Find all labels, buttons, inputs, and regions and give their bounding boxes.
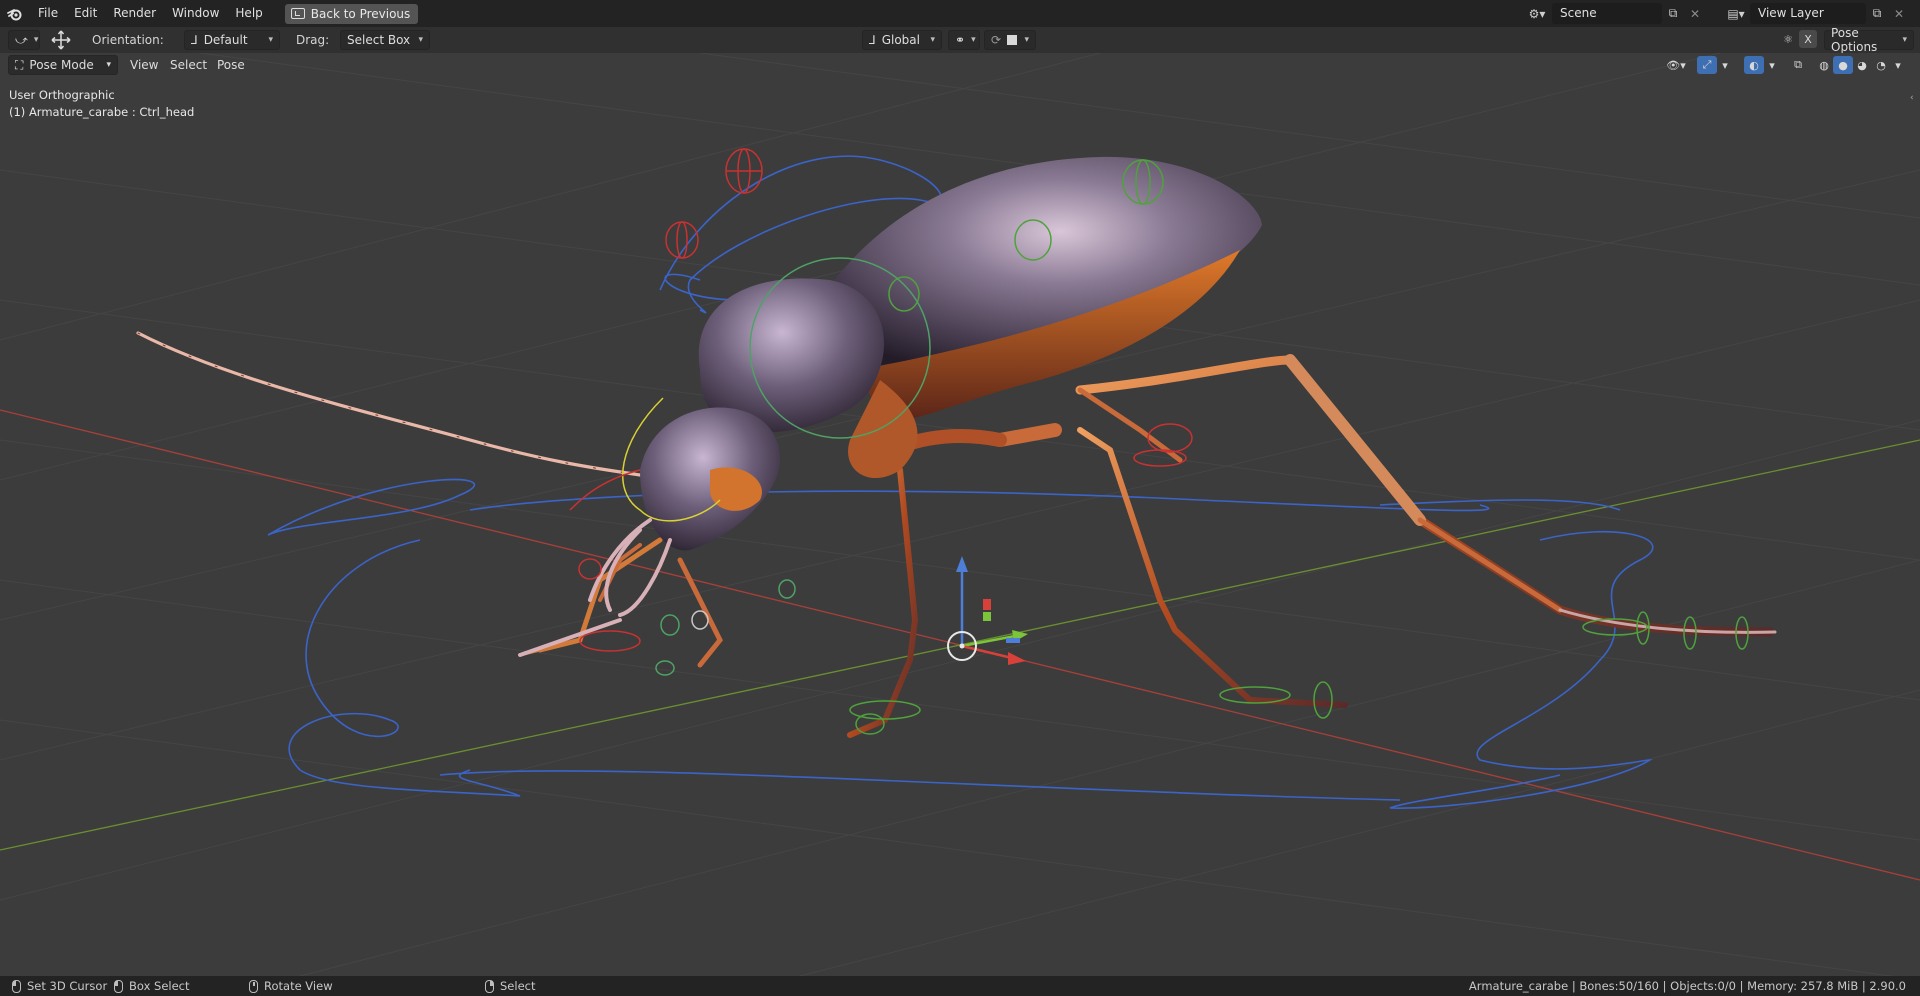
tool-icon-dropdown[interactable]: ⤻ ▾ (8, 30, 40, 50)
mode-dropdown[interactable]: ⛶ Pose Mode ▾ (8, 55, 118, 75)
view-name-text: User Orthographic (9, 88, 115, 102)
transform-orientation-dropdown[interactable]: ⅃ Global ▾ (862, 30, 942, 50)
active-object-text: (1) Armature_carabe : Ctrl_head (9, 105, 195, 119)
scene-selector: ⚙▾ Scene ⧉ ✕ (1522, 3, 1706, 24)
drag-dropdown[interactable]: Select Box ▾ (340, 30, 430, 50)
mode-value: Pose Mode (29, 58, 94, 72)
mouse-middle-icon (249, 979, 258, 993)
viewport-menu-select[interactable]: Select (164, 55, 213, 75)
snap-dropdown[interactable]: ⟳ ▾ (984, 30, 1036, 50)
visibility-icon[interactable]: 👁▾ (1662, 56, 1690, 74)
delete-view-layer-icon[interactable]: ✕ (1888, 3, 1910, 24)
transform-orientation-icon: ⅃ (869, 33, 876, 47)
scene-name-field[interactable]: Scene (1552, 3, 1662, 24)
overlay-dropdown-icon[interactable]: ▾ (1765, 56, 1779, 74)
status-middle: Rotate View (249, 979, 333, 993)
transform-orientation-value: Global (881, 33, 920, 47)
viewport-menu-view[interactable]: View (124, 55, 164, 75)
status-info-text: Armature_carabe | Bones:50/160 | Objects… (1468, 979, 1906, 993)
status-middle-label: Rotate View (264, 979, 333, 993)
orientation-label: Orientation: (92, 33, 164, 47)
new-scene-icon[interactable]: ⧉ (1662, 3, 1684, 24)
view-layer-selector: ▤▾ View Layer ⧉ ✕ (1722, 3, 1910, 24)
drag-value: Select Box (347, 33, 411, 47)
viewport-menu-pose[interactable]: Pose (211, 55, 251, 75)
mouse-left-icon (12, 979, 21, 993)
gizmo-dropdown-icon[interactable]: ▾ (1718, 56, 1732, 74)
status-drag-label: Box Select (129, 979, 190, 993)
pose-mode-icon: ⛶ (15, 57, 24, 72)
status-right: Select (485, 979, 535, 993)
pose-options-label: Pose Options (1831, 26, 1878, 54)
xray-icon[interactable]: ⧉ (1788, 56, 1808, 74)
tool-settings-header: ⤻ ▾ Orientation: ⅃ Default ▾ Drag: Select … (0, 26, 1920, 54)
drag-label: Drag: (296, 33, 330, 47)
pivot-dropdown[interactable]: ⚭ ▾ (948, 30, 980, 50)
snap-target-icon (1007, 35, 1018, 45)
back-icon (290, 8, 305, 19)
3d-viewport[interactable]: ⛶ Pose Mode ▾ View Select Pose 👁▾ ⤢ ▾ ◐ … (0, 53, 1920, 976)
orientation-dropdown[interactable]: ⅃ Default ▾ (184, 30, 280, 50)
xray-toggle-icon[interactable]: ⚛ (1780, 30, 1796, 48)
viewport-header: ⛶ Pose Mode ▾ View Select Pose 👁▾ ⤢ ▾ ◐ … (0, 53, 1920, 77)
shading-dropdown-icon[interactable]: ▾ (1891, 56, 1905, 74)
status-left-click: Set 3D Cursor (12, 979, 107, 993)
shading-material-icon[interactable]: ◕ (1852, 56, 1872, 74)
status-bar: Set 3D Cursor Box Select Rotate View Sel… (0, 976, 1920, 996)
transform-gizmo (947, 556, 1028, 665)
move-tool-icon[interactable] (50, 30, 72, 50)
pose-options-dropdown[interactable]: Pose Options ▾ (1824, 26, 1914, 54)
x-mirror-toggle[interactable]: X (1799, 30, 1817, 48)
delete-scene-icon[interactable]: ✕ (1684, 3, 1706, 24)
shading-wireframe-icon[interactable]: ◍ (1814, 56, 1834, 74)
pivot-icon: ⚭ (955, 33, 966, 47)
view-layer-icon[interactable]: ▤▾ (1722, 3, 1750, 24)
status-drag: Box Select (114, 979, 190, 993)
status-right-label: Select (500, 979, 536, 993)
mouse-right-icon (485, 979, 494, 993)
orientation-axis-icon: ⅃ (191, 33, 198, 47)
new-view-layer-icon[interactable]: ⧉ (1866, 3, 1888, 24)
overlay-icon[interactable]: ◐ (1744, 56, 1764, 74)
menu-render[interactable]: Render (105, 0, 164, 27)
menu-window[interactable]: Window (164, 0, 227, 27)
viewport-scene (0, 53, 1920, 976)
menu-file[interactable]: File (30, 0, 66, 27)
beetle-mandibles (518, 518, 672, 657)
status-info: Armature_carabe | Bones:50/160 | Objects… (1469, 979, 1906, 993)
gizmo-icon[interactable]: ⤢ (1697, 56, 1717, 74)
menu-edit[interactable]: Edit (66, 0, 105, 27)
shading-rendered-icon[interactable]: ◔ (1871, 56, 1891, 74)
blender-logo-icon[interactable] (0, 0, 30, 27)
menu-help[interactable]: Help (227, 0, 270, 27)
tool-icon: ⤻ (15, 32, 28, 47)
scene-type-icon[interactable]: ⚙▾ (1522, 3, 1552, 24)
back-to-previous-button[interactable]: Back to Previous (284, 3, 419, 24)
top-menu-bar: File Edit Render Window Help Back to Pre… (0, 0, 1920, 27)
shading-solid-icon[interactable]: ● (1833, 56, 1853, 74)
orientation-value: Default (203, 33, 248, 47)
status-left-click-label: Set 3D Cursor (27, 979, 108, 993)
back-to-previous-label: Back to Previous (310, 6, 411, 21)
sidebar-toggle-icon[interactable]: ‹ (1910, 93, 1920, 103)
mouse-drag-icon (114, 979, 123, 993)
snap-icon: ⟳ (991, 33, 1002, 47)
view-layer-field[interactable]: View Layer (1750, 3, 1866, 24)
beetle-antenna (136, 331, 642, 477)
